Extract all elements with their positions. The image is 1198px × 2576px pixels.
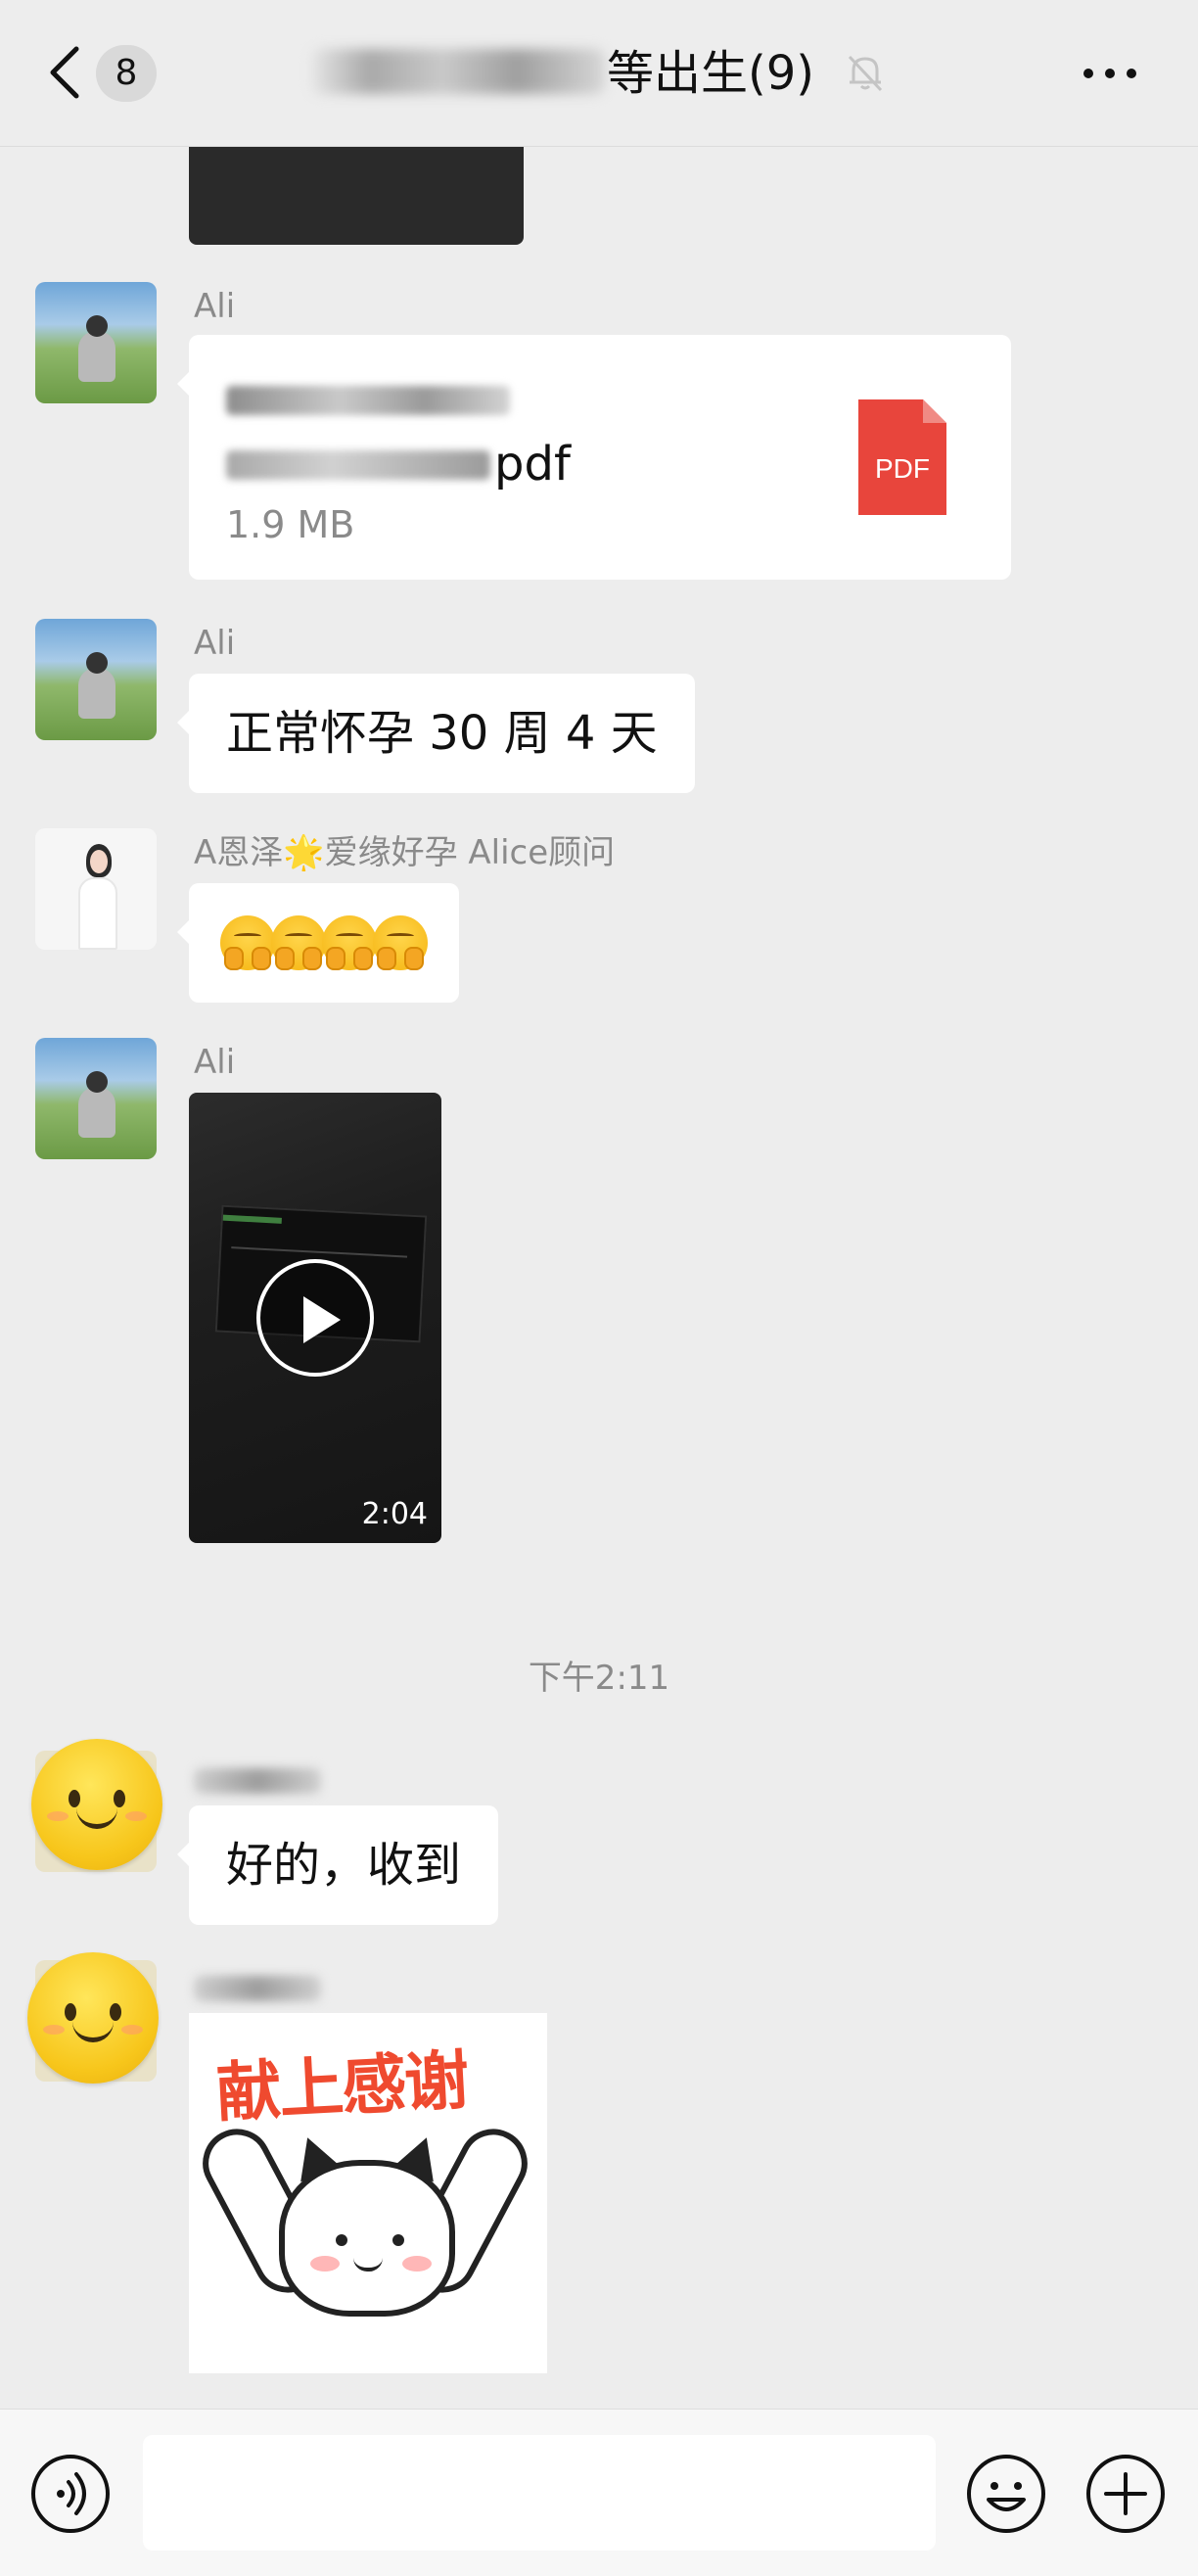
sticker-message[interactable]: 献上感谢: [189, 2013, 547, 2373]
file-message[interactable]: pdf 1.9 MB PDF: [177, 335, 1011, 580]
sender-name-redacted: [194, 1768, 321, 1794]
message-timestamp: 下午2:11: [528, 1659, 670, 1698]
hugging-face-emoji-icon: [322, 915, 377, 970]
chat-title: 等出生(9): [607, 46, 814, 101]
unread-count-badge[interactable]: 8: [96, 45, 157, 102]
emoji-message[interactable]: [177, 883, 459, 1003]
input-toolbar: [0, 2409, 1198, 2576]
message-list[interactable]: Ali pdf 1.9 MB PDF Ali 正常怀孕 30 周 4 天 A恩泽…: [0, 147, 1198, 2409]
chat-header: 8 等出生(9): [0, 0, 1198, 147]
file-name-redacted: [226, 450, 490, 480]
hugging-face-emoji-icon: [373, 915, 428, 970]
pdf-file-icon: PDF: [858, 399, 946, 515]
avatar[interactable]: [35, 828, 157, 950]
file-size: 1.9 MB: [226, 503, 355, 546]
image-message[interactable]: [189, 147, 524, 245]
cat-face-icon: [279, 2130, 455, 2317]
chevron-left-icon[interactable]: [45, 43, 84, 102]
sticker-caption: 献上感谢: [214, 2042, 470, 2131]
smiley-sticker-icon: [27, 1952, 159, 2084]
avatar[interactable]: [35, 282, 157, 403]
text-message[interactable]: 好的，收到: [176, 1805, 499, 1925]
emoji-icon[interactable]: [965, 2453, 1047, 2535]
hugging-face-emoji-icon: [271, 915, 326, 970]
title-redacted: [311, 49, 605, 94]
sender-name: Ali: [194, 624, 236, 663]
more-horizontal-icon[interactable]: [1081, 59, 1139, 88]
file-name-redacted: [226, 386, 510, 415]
sender-name: Ali: [194, 287, 236, 326]
svg-text:PDF: PDF: [875, 453, 930, 484]
sender-name: A恩泽🌟爱缘好孕 Alice顾问: [194, 833, 616, 872]
avatar[interactable]: [35, 1038, 157, 1159]
video-duration: 2:04: [361, 1497, 428, 1531]
sender-name: Ali: [194, 1043, 236, 1082]
sender-name-redacted: [194, 1976, 321, 2001]
play-icon[interactable]: [256, 1259, 374, 1377]
avatar[interactable]: [35, 619, 157, 740]
hugging-face-emoji-icon: [220, 915, 275, 970]
message-input[interactable]: [143, 2435, 936, 2551]
bell-off-icon: [848, 55, 883, 92]
smiley-sticker-icon: [31, 1739, 162, 1870]
file-extension: pdf: [494, 437, 571, 492]
voice-input-icon[interactable]: [29, 2453, 112, 2535]
video-message[interactable]: 2:04: [189, 1093, 441, 1543]
plus-icon[interactable]: [1084, 2453, 1167, 2535]
text-message[interactable]: 正常怀孕 30 周 4 天: [177, 674, 695, 793]
